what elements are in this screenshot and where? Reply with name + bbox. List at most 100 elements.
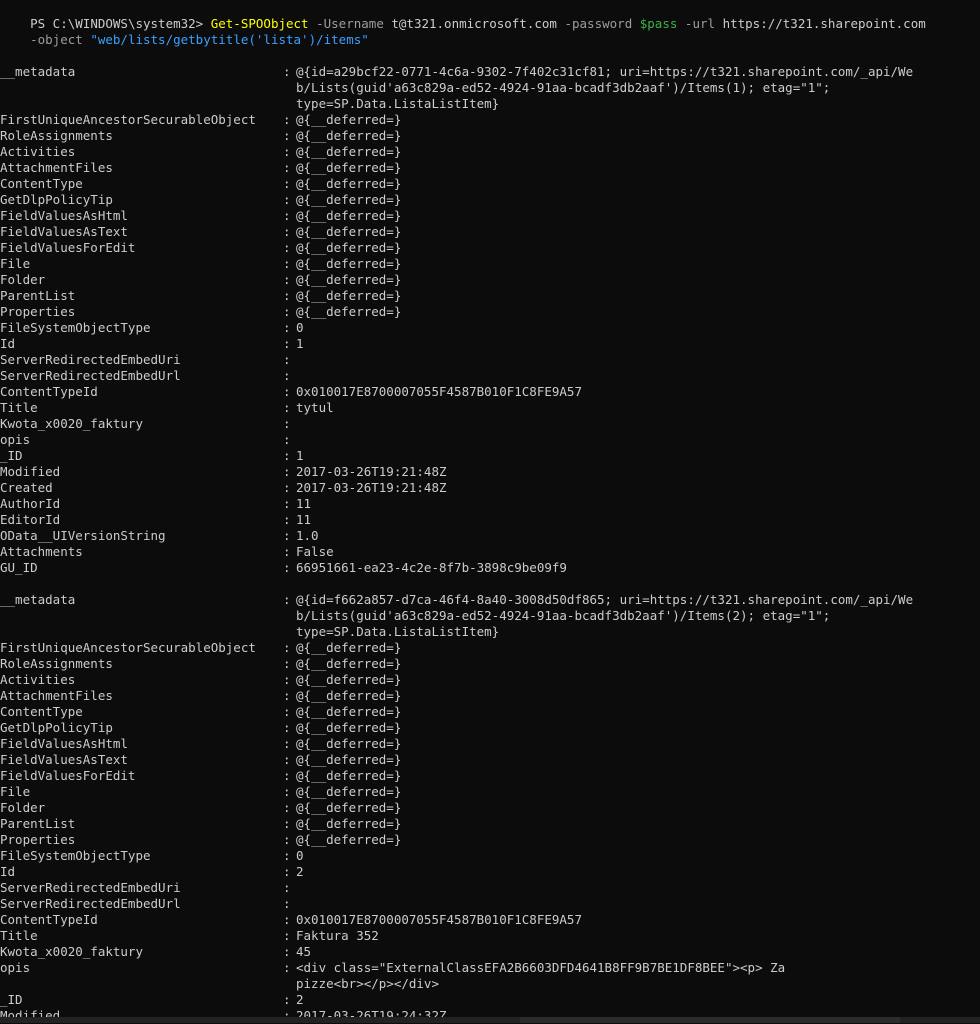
field-separator: : bbox=[283, 672, 291, 687]
record-field: Folder: @{__deferred=} bbox=[0, 272, 401, 288]
record-field: FileSystemObjectType:0 bbox=[0, 320, 304, 336]
record-field: FieldValuesAsHtml: @{__deferred=} bbox=[0, 208, 401, 224]
record-field: opis: <div class="ExternalClassEFA2B6603D… bbox=[0, 960, 785, 976]
field-separator: : bbox=[283, 432, 291, 447]
record-field: RoleAssignments: @{__deferred=} bbox=[0, 128, 401, 144]
field-separator: : bbox=[283, 944, 291, 959]
field-value: @{__deferred=} bbox=[296, 704, 402, 719]
field-separator: : bbox=[283, 560, 291, 575]
field-value: @{__deferred=} bbox=[296, 640, 402, 655]
field-value: @{__deferred=} bbox=[296, 688, 402, 703]
field-value: @{__deferred=} bbox=[296, 752, 402, 767]
field-key: FileSystemObjectType bbox=[0, 848, 151, 863]
record-field: GetDlpPolicyTip: @{__deferred=} bbox=[0, 720, 401, 736]
field-separator: : bbox=[283, 416, 291, 431]
field-key: FieldValuesAsHtml bbox=[0, 208, 128, 223]
field-value: 0 bbox=[296, 848, 304, 863]
field-separator: : bbox=[283, 960, 291, 975]
field-key: Modified bbox=[0, 464, 61, 479]
field-separator: : bbox=[283, 336, 291, 351]
field-key: FieldValuesAsText bbox=[0, 752, 128, 767]
field-separator: : bbox=[283, 464, 291, 479]
field-separator: : bbox=[283, 640, 291, 655]
field-value: 2017-03-26T19:21:48Z bbox=[296, 464, 447, 479]
field-key: Kwota_x0020_faktury bbox=[0, 944, 143, 959]
field-value: <div class="ExternalClassEFA2B6603DFD464… bbox=[296, 960, 786, 975]
field-value: 1.0 bbox=[296, 528, 319, 543]
record-field: FirstUniqueAncestorSecurableObject: @{__d… bbox=[0, 112, 401, 128]
field-key: Title bbox=[0, 928, 38, 943]
record-field: FieldValuesForEdit: @{__deferred=} bbox=[0, 768, 401, 784]
field-separator: : bbox=[283, 304, 291, 319]
field-key: FirstUniqueAncestorSecurableObject bbox=[0, 640, 256, 655]
field-key: AuthorId bbox=[0, 496, 61, 511]
field-value: 11 bbox=[296, 496, 312, 511]
record-field: Title: Faktura 352 bbox=[0, 928, 379, 944]
field-separator: : bbox=[283, 400, 291, 415]
field-key: Id bbox=[0, 864, 16, 879]
metadata-line: __metadata: @{id=a29bcf22-0771-4c6a-9302-… bbox=[0, 64, 913, 80]
field-key: __metadata bbox=[0, 64, 76, 79]
field-separator: : bbox=[283, 480, 291, 495]
field-key: _ID bbox=[0, 448, 23, 463]
field-value: @{id=f662a857-d7ca-46f4-8a40-3008d50df86… bbox=[296, 592, 914, 607]
field-separator: : bbox=[283, 256, 291, 271]
field-key: opis bbox=[0, 432, 31, 447]
field-separator: : bbox=[283, 64, 291, 79]
field-key: File bbox=[0, 784, 31, 799]
field-separator: : bbox=[283, 176, 291, 191]
record-field: Created:2017-03-26T19:21:48Z bbox=[0, 480, 447, 496]
record-field: FirstUniqueAncestorSecurableObject: @{__d… bbox=[0, 640, 401, 656]
field-key: AttachmentFiles bbox=[0, 688, 113, 703]
object-arg: "web/lists/getbytitle('lista')/items" bbox=[90, 32, 369, 47]
field-key: ContentType bbox=[0, 176, 83, 191]
field-key: GetDlpPolicyTip bbox=[0, 720, 113, 735]
field-key: ServerRedirectedEmbedUri bbox=[0, 880, 181, 895]
record-field: ServerRedirectedEmbedUrl: bbox=[0, 896, 291, 912]
field-key: ContentTypeId bbox=[0, 912, 98, 927]
field-key: Folder bbox=[0, 272, 46, 287]
field-value: type=SP.Data.ListaListItem} bbox=[296, 624, 500, 639]
record-field: FieldValuesAsText: @{__deferred=} bbox=[0, 752, 401, 768]
field-value: @{__deferred=} bbox=[296, 272, 402, 287]
record-field: RoleAssignments: @{__deferred=} bbox=[0, 656, 401, 672]
field-separator: : bbox=[283, 528, 291, 543]
field-separator: : bbox=[283, 784, 291, 799]
field-value: Faktura 352 bbox=[296, 928, 379, 943]
record-field: File: @{__deferred=} bbox=[0, 784, 401, 800]
field-separator: : bbox=[283, 800, 291, 815]
field-key: Created bbox=[0, 480, 53, 495]
field-value: @{__deferred=} bbox=[296, 304, 402, 319]
field-key: FirstUniqueAncestorSecurableObject bbox=[0, 112, 256, 127]
record-field: ServerRedirectedEmbedUri: bbox=[0, 352, 291, 368]
record-field: FileSystemObjectType:0 bbox=[0, 848, 304, 864]
field-value: @{id=a29bcf22-0771-4c6a-9302-7f402c31cf8… bbox=[296, 64, 914, 79]
field-separator: : bbox=[283, 704, 291, 719]
field-separator: : bbox=[283, 512, 291, 527]
record-field: File: @{__deferred=} bbox=[0, 256, 401, 272]
field-key: RoleAssignments bbox=[0, 656, 113, 671]
field-value: @{__deferred=} bbox=[296, 672, 402, 687]
record-field: Modified:2017-03-26T19:21:48Z bbox=[0, 464, 447, 480]
field-value: 66951661-ea23-4c2e-8f7b-3898c9be09f9 bbox=[296, 560, 567, 575]
field-separator: : bbox=[283, 352, 291, 367]
field-separator: : bbox=[283, 384, 291, 399]
record-field: Activities: @{__deferred=} bbox=[0, 672, 401, 688]
record-field: EditorId:11 bbox=[0, 512, 311, 528]
taskbar-preview bbox=[520, 1017, 900, 1023]
record-field: Kwota_x0020_faktury: bbox=[0, 416, 291, 432]
field-key: Kwota_x0020_faktury bbox=[0, 416, 143, 431]
field-key: FieldValuesForEdit bbox=[0, 768, 136, 783]
field-separator: : bbox=[283, 912, 291, 927]
field-value: b/Lists(guid'a63c829a-ed52-4924-91aa-bca… bbox=[296, 80, 831, 95]
powershell-console[interactable]: PS C:\WINDOWS\system32> Get-SPOObject -U… bbox=[0, 0, 980, 1023]
field-key: Properties bbox=[0, 304, 76, 319]
field-key: _ID bbox=[0, 992, 23, 1007]
record-field: ContentType: @{__deferred=} bbox=[0, 704, 401, 720]
record-field: Id:1 bbox=[0, 336, 304, 352]
field-separator: : bbox=[283, 736, 291, 751]
record-field: OData__UIVersionString:1.0 bbox=[0, 528, 319, 544]
field-separator: : bbox=[283, 496, 291, 511]
field-key: OData__UIVersionString bbox=[0, 528, 166, 543]
field-separator: : bbox=[283, 928, 291, 943]
